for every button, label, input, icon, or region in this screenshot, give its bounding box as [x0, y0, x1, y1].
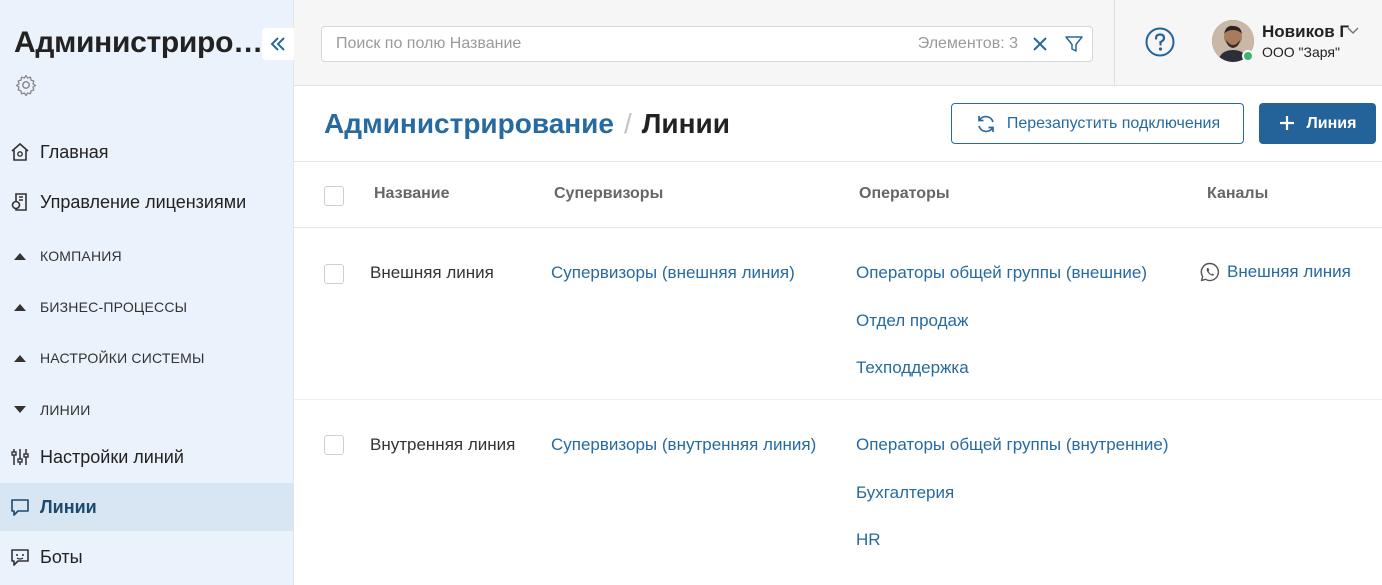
- channel-label: Внешняя линия: [1227, 262, 1351, 281]
- channel-link[interactable]: Внешняя линия: [1200, 262, 1351, 282]
- top-header: Элементов: 3 Новиков Г ООО "Заря": [294, 0, 1382, 86]
- column-header-channels[interactable]: Каналы: [1207, 185, 1268, 203]
- user-name[interactable]: Новиков Г: [1262, 22, 1349, 42]
- column-header-name[interactable]: Название: [374, 185, 450, 203]
- chat-bubble-icon: [11, 499, 29, 516]
- operators-link[interactable]: Отдел продаж: [856, 311, 968, 331]
- sidebar-item-line-settings[interactable]: Настройки линий: [0, 433, 293, 481]
- line-name[interactable]: Внешняя линия: [370, 263, 494, 283]
- sidebar-item-label: Главная: [40, 141, 109, 162]
- operators-link[interactable]: HR: [856, 530, 881, 550]
- sidebar-group-label: ЛИНИИ: [40, 402, 91, 418]
- online-status-dot: [1242, 50, 1254, 62]
- sliders-icon: [11, 449, 29, 465]
- close-icon: [1033, 37, 1047, 51]
- divider: [294, 399, 1382, 400]
- operators-link[interactable]: Техподдержка: [856, 358, 969, 378]
- page-title: Линии: [641, 108, 730, 139]
- restart-connections-label: Перезапустить подключения: [1006, 114, 1221, 132]
- operators-link[interactable]: Бухгалтерия: [856, 483, 954, 503]
- home-icon: [11, 142, 29, 161]
- add-line-button[interactable]: Линия: [1259, 103, 1376, 144]
- app-title: Администрирование: [14, 26, 264, 59]
- sidebar-group-label: НАСТРОЙКИ СИСТЕМЫ: [40, 350, 205, 366]
- sidebar: Администрирование Главная Управление лиц…: [0, 0, 294, 585]
- line-name[interactable]: Внутренняя линия: [370, 435, 515, 455]
- header-divider: [1114, 0, 1115, 86]
- sidebar-group-system-settings[interactable]: НАСТРОЙКИ СИСТЕМЫ: [0, 342, 293, 374]
- search-bar: Элементов: 3: [321, 26, 1093, 62]
- gear-icon[interactable]: [14, 73, 38, 97]
- sidebar-item-bots[interactable]: Боты: [0, 533, 293, 581]
- license-icon: [11, 193, 27, 211]
- breadcrumb-root[interactable]: Администрирование: [324, 108, 614, 140]
- sidebar-group-company[interactable]: КОМПАНИЯ: [0, 240, 293, 272]
- items-count: Элементов: 3: [917, 35, 1018, 52]
- supervisors-link[interactable]: Супервизоры (внутренняя линия): [551, 435, 816, 455]
- sidebar-group-business-processes[interactable]: БИЗНЕС-ПРОЦЕССЫ: [0, 291, 293, 323]
- breadcrumb-separator: /: [623, 108, 632, 139]
- row-checkbox[interactable]: [324, 435, 344, 455]
- clear-search-button[interactable]: [1028, 32, 1052, 56]
- divider: [294, 161, 1382, 162]
- sidebar-item-licenses[interactable]: Управление лицензиями: [0, 178, 293, 226]
- filter-icon: [1065, 36, 1083, 52]
- sidebar-item-label: Боты: [40, 546, 83, 567]
- sidebar-group-lines[interactable]: ЛИНИИ: [0, 394, 293, 426]
- sidebar-group-label: БИЗНЕС-ПРОЦЕССЫ: [40, 299, 188, 315]
- whatsapp-icon: [1200, 262, 1219, 282]
- column-header-operators[interactable]: Операторы: [859, 185, 950, 203]
- select-all-checkbox[interactable]: [324, 186, 344, 206]
- divider: [294, 227, 1382, 228]
- add-line-label: Линия: [1306, 114, 1357, 132]
- sidebar-item-label: Управление лицензиями: [40, 191, 247, 212]
- double-chevron-left-icon: [270, 37, 285, 51]
- triangle-up-icon: [14, 355, 26, 362]
- sidebar-item-label: Линии: [40, 496, 97, 517]
- triangle-down-icon: [14, 406, 26, 413]
- sidebar-item-lines[interactable]: Линии: [0, 483, 293, 531]
- sidebar-item-home[interactable]: Главная: [0, 128, 293, 176]
- breadcrumb: Администрирование / Линии: [324, 108, 730, 140]
- sidebar-item-label: Настройки линий: [40, 446, 184, 467]
- chevron-down-icon[interactable]: [1346, 24, 1360, 38]
- user-org: ООО "Заря": [1262, 44, 1340, 60]
- row-checkbox[interactable]: [324, 264, 344, 284]
- plus-icon: [1279, 115, 1294, 130]
- bot-chat-icon: [11, 549, 29, 566]
- operators-link[interactable]: Операторы общей группы (внутренние): [856, 435, 1169, 455]
- sidebar-group-label: КОМПАНИЯ: [40, 248, 122, 264]
- restart-connections-button[interactable]: Перезапустить подключения: [951, 103, 1244, 144]
- search-input[interactable]: [336, 35, 918, 53]
- refresh-icon: [977, 115, 994, 132]
- column-header-supervisors[interactable]: Супервизоры: [554, 185, 663, 203]
- operators-link[interactable]: Операторы общей группы (внешние): [856, 263, 1147, 283]
- filter-button[interactable]: [1062, 32, 1086, 56]
- triangle-up-icon: [14, 253, 26, 260]
- supervisors-link[interactable]: Супервизоры (внешняя линия): [551, 263, 795, 283]
- help-icon[interactable]: [1144, 26, 1176, 58]
- collapse-sidebar-button[interactable]: [262, 28, 294, 60]
- triangle-up-icon: [14, 304, 26, 311]
